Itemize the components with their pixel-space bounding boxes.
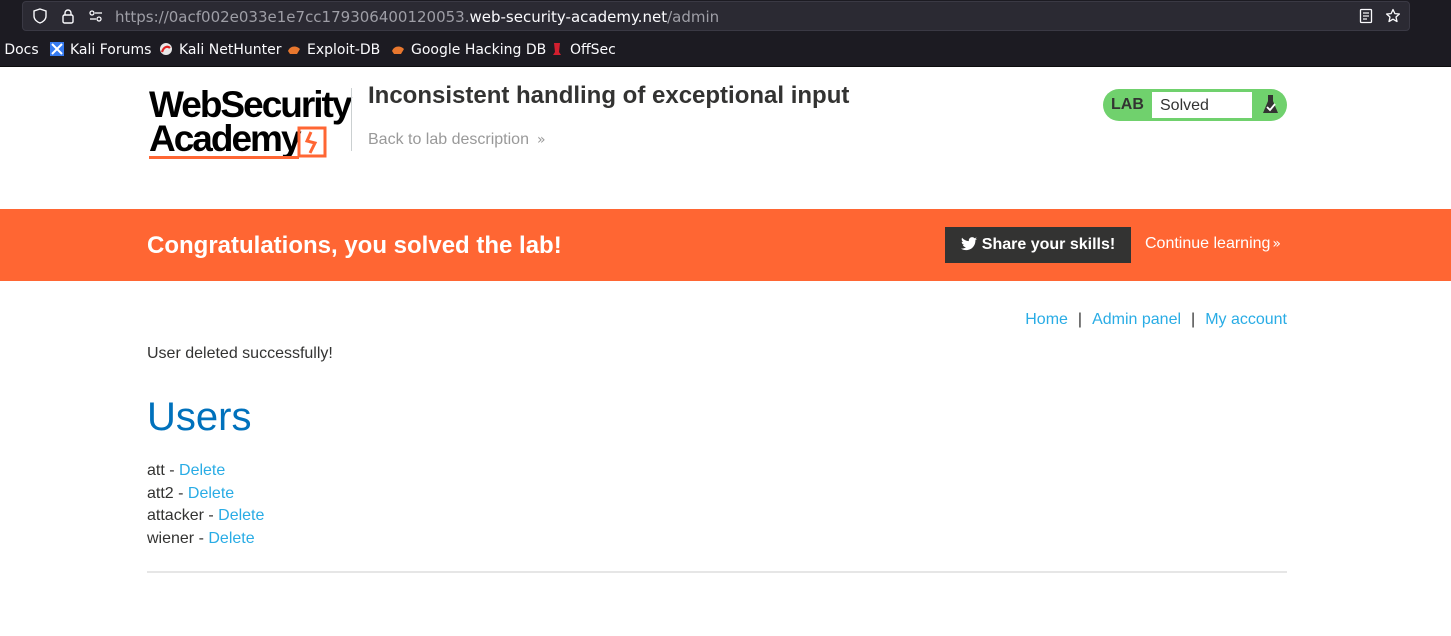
user-row: attacker - Delete xyxy=(147,507,265,525)
url-prefix: https://0acf002e033e1e7cc179306400120053… xyxy=(115,8,470,26)
nav-admin-panel-link[interactable]: Admin panel xyxy=(1092,311,1181,328)
double-chevron-right-icon: » xyxy=(536,132,546,148)
delete-user-link[interactable]: Delete xyxy=(188,485,234,502)
url-text[interactable]: https://0acf002e033e1e7cc179306400120053… xyxy=(115,8,719,26)
ghdb-icon xyxy=(392,46,404,54)
congratulations-banner: Congratulations, you solved the lab! Sha… xyxy=(0,209,1451,281)
bookmark-kali-forums[interactable]: Kali Forums xyxy=(50,42,151,59)
content-divider xyxy=(147,571,1287,573)
user-row: att - Delete xyxy=(147,462,226,479)
url-domain: web-security-academy.net xyxy=(469,8,668,26)
bookmark-docs[interactable]: i Docs xyxy=(0,42,39,59)
browser-toolbar: https://0acf002e033e1e7cc179306400120053… xyxy=(0,0,1451,34)
username: att xyxy=(147,462,165,479)
logo-underline xyxy=(149,156,299,159)
logo-line-2: Academy xyxy=(149,118,302,159)
bookmark-offsec[interactable]: OffSec xyxy=(550,42,616,59)
web-security-academy-logo[interactable]: WebSecurity Academy xyxy=(149,86,352,160)
nav-separator: | xyxy=(1191,311,1196,328)
kali-forums-icon xyxy=(50,42,64,56)
shield-icon[interactable] xyxy=(31,8,49,26)
permissions-icon[interactable] xyxy=(87,8,105,26)
bookmark-label: Kali Forums xyxy=(70,42,152,58)
bookmark-label: Kali NetHunter xyxy=(179,42,282,58)
congratulations-message: Congratulations, you solved the lab! xyxy=(147,232,562,259)
nethunter-icon xyxy=(160,43,172,55)
bookmark-exploit-db[interactable]: Exploit-DB xyxy=(287,42,380,59)
nav-separator: | xyxy=(1077,311,1083,328)
nav-my-account-link[interactable]: My account xyxy=(1205,311,1287,328)
continue-learning-label: Continue learning xyxy=(1145,235,1271,252)
bookmark-label: i Docs xyxy=(0,42,39,58)
lab-status-badge: LAB Solved xyxy=(1103,89,1287,121)
username: wiener xyxy=(147,530,195,548)
reader-view-icon[interactable] xyxy=(1357,8,1375,26)
share-skills-button[interactable]: Share your skills! xyxy=(945,227,1131,263)
delete-user-link[interactable]: Delete xyxy=(218,507,264,524)
double-chevron-right-icon: » xyxy=(1272,236,1281,252)
lab-title: Inconsistent handling of exceptional inp… xyxy=(368,82,850,109)
lock-icon[interactable] xyxy=(59,8,77,26)
bookmark-star-icon[interactable] xyxy=(1384,8,1402,26)
url-path: /admin xyxy=(667,8,720,26)
header-divider xyxy=(351,88,352,151)
delete-user-link[interactable]: Delete xyxy=(179,462,225,479)
lab-status-value-box: Solved xyxy=(1151,91,1253,119)
top-navigation: Home | Admin panel | My account xyxy=(1025,311,1287,329)
offsec-icon xyxy=(553,43,561,55)
user-row: wiener - Delete xyxy=(147,530,255,548)
flask-icon xyxy=(1263,95,1278,113)
users-heading: Users xyxy=(147,395,252,439)
back-to-lab-description-link[interactable]: Back to lab description » xyxy=(368,131,546,149)
username: attacker xyxy=(147,507,204,525)
bookmark-kali-nethunter[interactable]: Kali NetHunter xyxy=(159,42,281,59)
username: att2 xyxy=(147,484,174,502)
bookmark-label: OffSec xyxy=(570,42,616,58)
lab-status-label: LAB xyxy=(1111,96,1144,113)
nav-home-link[interactable]: Home xyxy=(1025,311,1068,328)
user-row: att2 - Delete xyxy=(147,484,235,502)
delete-user-link[interactable]: Delete xyxy=(208,530,254,547)
bookmark-label: Exploit-DB xyxy=(307,42,381,58)
address-bar[interactable]: https://0acf002e033e1e7cc179306400120053… xyxy=(22,1,1410,31)
continue-learning-link[interactable]: Continue learning» xyxy=(1145,235,1281,253)
share-button-label: Share your skills! xyxy=(981,236,1116,253)
bookmarks-bar: i Docs Kali Forums Kali NetHunter Exploi… xyxy=(0,34,1451,67)
bookmark-label: Google Hacking DB xyxy=(411,42,547,58)
bookmark-google-hacking-db[interactable]: Google Hacking DB xyxy=(391,42,546,59)
lab-status-value: Solved xyxy=(1160,97,1209,114)
logo-bolt-icon xyxy=(297,126,327,158)
back-link-label: Back to lab description xyxy=(368,131,529,148)
exploit-db-icon xyxy=(288,46,300,54)
twitter-icon xyxy=(960,237,977,251)
status-message: User deleted successfully! xyxy=(147,345,333,362)
user-list: att - Delete att2 - Delete attacker - De… xyxy=(147,460,264,551)
